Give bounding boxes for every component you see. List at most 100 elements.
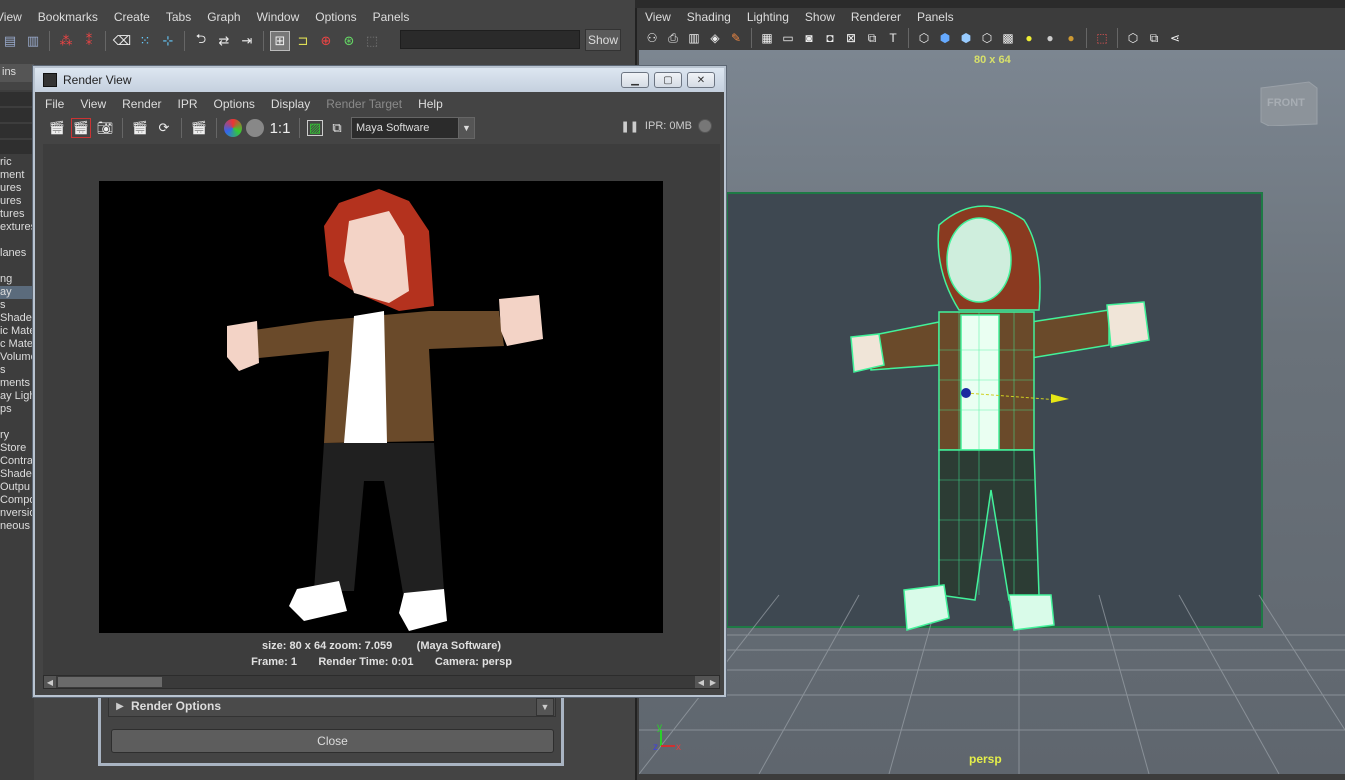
scrollbar-thumb[interactable]: [58, 677, 162, 687]
xray-active-icon[interactable]: ⧉: [1145, 29, 1163, 47]
select-camera-icon[interactable]: ⚇: [643, 29, 661, 47]
rv-menu-view[interactable]: View: [72, 94, 114, 114]
vp-menu-lighting[interactable]: Lighting: [739, 8, 797, 28]
menu-window[interactable]: Window: [249, 8, 308, 28]
search-input[interactable]: [400, 30, 580, 49]
node-list-item[interactable]: Contra: [0, 455, 34, 468]
node-list-item[interactable]: ures: [0, 182, 34, 195]
node-list-item[interactable]: Shade: [0, 468, 34, 481]
render-view-canvas[interactable]: size: 80 x 64 zoom: 7.059 (Maya Software…: [43, 144, 720, 678]
node-list-item[interactable]: s: [0, 364, 34, 377]
renderer-dropdown[interactable]: Maya Software ▼: [351, 117, 475, 139]
rv-menu-options[interactable]: Options: [206, 94, 263, 114]
menu-view[interactable]: View: [0, 8, 30, 28]
wireframe-on-shaded-icon[interactable]: ⬢: [957, 29, 975, 47]
scroll-left-alt-icon[interactable]: ◀: [695, 676, 707, 688]
graph-up-icon[interactable]: ⁂: [56, 31, 76, 51]
node-list-item[interactable]: Shade: [0, 312, 34, 325]
menu-create[interactable]: Create: [106, 8, 158, 28]
snapshot-icon[interactable]: 📷︎: [95, 118, 115, 138]
vp-menu-renderer[interactable]: Renderer: [843, 8, 909, 28]
wireframe-icon[interactable]: ⬡: [915, 29, 933, 47]
horizontal-scrollbar[interactable]: ◀ ◀ ▶: [43, 675, 720, 689]
bookmark-icon[interactable]: ▥: [685, 29, 703, 47]
render-view-titlebar[interactable]: Render View ▁ ▢ ✕: [35, 68, 724, 92]
xray-joints-icon[interactable]: ⬡: [1124, 29, 1142, 47]
node-list-item[interactable]: ic Mate: [0, 325, 34, 338]
minimize-button[interactable]: ▁: [621, 72, 649, 88]
render-settings-icon[interactable]: 🎬︎: [189, 118, 209, 138]
clear-graph-icon[interactable]: ⌫: [112, 31, 132, 51]
viewcube-icon[interactable]: FRONT: [1259, 76, 1319, 126]
show-button[interactable]: Show: [585, 29, 621, 51]
resolution-gate-icon[interactable]: ◙: [800, 29, 818, 47]
display-image-icon[interactable]: ▨: [307, 120, 323, 136]
share-icon[interactable]: ⋖: [1166, 29, 1184, 47]
default-light-icon[interactable]: ●: [1020, 29, 1038, 47]
rv-menu-render[interactable]: Render: [114, 94, 169, 114]
node-list-item[interactable]: ry: [0, 429, 34, 442]
grid-icon[interactable]: ▦: [758, 29, 776, 47]
menu-tabs[interactable]: Tabs: [158, 8, 199, 28]
graph-down-icon[interactable]: ⁑: [79, 31, 99, 51]
rgb-channels-icon[interactable]: [224, 119, 242, 137]
xray-icon[interactable]: ⬡: [978, 29, 996, 47]
ipr-render-icon[interactable]: 🎬︎: [130, 118, 150, 138]
alpha-channel-icon[interactable]: [246, 119, 264, 137]
node-list-item[interactable]: c Mater: [0, 338, 34, 351]
render-options-header[interactable]: ▶ Render Options: [108, 695, 556, 717]
node-list-item[interactable]: ures: [0, 195, 34, 208]
graph-materials-icon[interactable]: ⊞: [270, 31, 290, 51]
viewport-canvas[interactable]: y x z 80 x 64 FRONT persp: [639, 50, 1345, 774]
input-output-icon[interactable]: ⊕: [316, 31, 336, 51]
textured-icon[interactable]: ▩: [999, 29, 1017, 47]
window-close-button[interactable]: ✕: [687, 72, 715, 88]
all-lights-icon[interactable]: ●: [1041, 29, 1059, 47]
maximize-button[interactable]: ▢: [654, 72, 682, 88]
vp-menu-view[interactable]: View: [637, 8, 679, 28]
node-list-item[interactable]: Volume: [0, 351, 34, 364]
node-list-item[interactable]: ments: [0, 377, 34, 390]
render-layer-icon[interactable]: ⧉: [327, 118, 347, 138]
node-list-item[interactable]: ment: [0, 169, 34, 182]
vp-menu-show[interactable]: Show: [797, 8, 843, 28]
smooth-shade-icon[interactable]: ⬢: [936, 29, 954, 47]
render-options-dropdown-icon[interactable]: ▼: [536, 698, 554, 716]
rv-menu-file[interactable]: File: [37, 94, 72, 114]
rearrange-icon[interactable]: ⊹: [158, 31, 178, 51]
gate-mask-icon[interactable]: ◘: [821, 29, 839, 47]
node-list-item[interactable]: ng: [0, 273, 34, 286]
vp-menu-shading[interactable]: Shading: [679, 8, 739, 28]
pause-ipr-icon[interactable]: ❚❚: [620, 120, 638, 133]
camera-attributes-icon[interactable]: ⎙: [664, 29, 682, 47]
layout-icon[interactable]: ▤: [0, 31, 20, 51]
scroll-left-icon[interactable]: ◀: [44, 676, 56, 688]
scroll-right-icon[interactable]: ▶: [707, 676, 719, 688]
node-list-item[interactable]: neous: [0, 520, 34, 533]
node-list-item[interactable]: ay: [0, 286, 34, 299]
node-list-item[interactable]: nversio: [0, 507, 34, 520]
safe-title-icon[interactable]: T: [884, 29, 902, 47]
node-list-item[interactable]: [0, 234, 34, 247]
safe-action-icon[interactable]: ⧉: [863, 29, 881, 47]
real-size-icon[interactable]: 1:1: [268, 118, 292, 138]
node-list-item[interactable]: s: [0, 299, 34, 312]
menu-graph[interactable]: Graph: [199, 8, 248, 28]
output-connections-icon[interactable]: ⊛: [339, 31, 359, 51]
film-gate-icon[interactable]: ▭: [779, 29, 797, 47]
grease-pencil-icon[interactable]: ✎: [727, 29, 745, 47]
menu-bookmarks[interactable]: Bookmarks: [30, 8, 106, 28]
layout-alt-icon[interactable]: ▥: [23, 31, 43, 51]
render-region-icon[interactable]: 🎬︎: [71, 118, 91, 138]
node-list-item[interactable]: [0, 416, 34, 429]
image-plane-icon[interactable]: ◈: [706, 29, 724, 47]
toggle-icon[interactable]: ⬚: [362, 31, 382, 51]
node-list-item[interactable]: ay Ligh: [0, 390, 34, 403]
rv-menu-display[interactable]: Display: [263, 94, 318, 114]
node-list-item[interactable]: Store: [0, 442, 34, 455]
node-list-item[interactable]: ps: [0, 403, 34, 416]
close-button[interactable]: Close: [111, 729, 554, 753]
refresh-ipr-icon[interactable]: ⟳: [154, 118, 174, 138]
back-icon[interactable]: ⮌: [191, 31, 211, 51]
swap-icon[interactable]: ⇄: [214, 31, 234, 51]
